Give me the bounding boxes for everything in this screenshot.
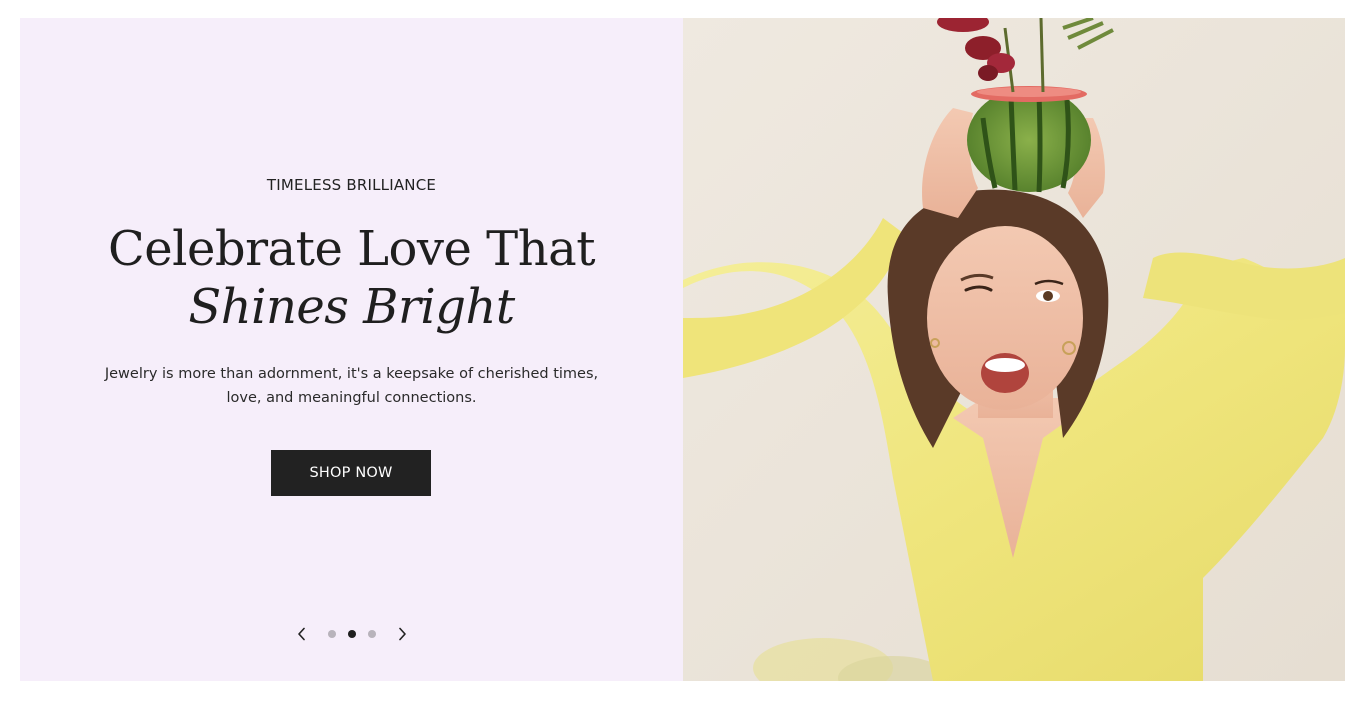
hero-image: [683, 18, 1345, 681]
hero-headline-line2: Shines Bright: [188, 279, 515, 335]
hero-photo-illustration: [683, 18, 1345, 681]
chevron-left-icon[interactable]: [290, 624, 314, 644]
hero-eyebrow: TIMELESS BRILLIANCE: [266, 176, 437, 194]
slider-dot-2[interactable]: [347, 630, 356, 638]
chevron-right-icon[interactable]: [390, 624, 414, 644]
shop-now-button[interactable]: SHOP NOW: [271, 450, 431, 496]
slider-dot-1[interactable]: [327, 630, 336, 638]
slider-controls: [20, 624, 683, 644]
hero-description: Jewelry is more than adornment, it's a k…: [104, 366, 599, 406]
slider-dot-3[interactable]: [367, 630, 376, 638]
hero-text-panel: TIMELESS BRILLIANCE Celebrate Love That …: [20, 18, 683, 681]
hero-headline-line1: Celebrate Love That: [107, 221, 596, 277]
hero-banner: TIMELESS BRILLIANCE Celebrate Love That …: [20, 18, 1345, 681]
slider-dots: [327, 630, 376, 638]
hero-headline: Celebrate Love That Shines Bright: [20, 220, 683, 336]
